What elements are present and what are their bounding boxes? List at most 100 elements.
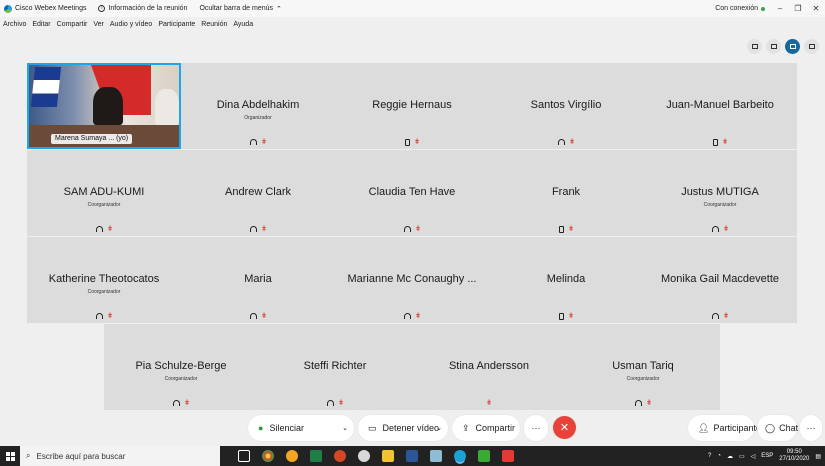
participant-tile[interactable]: Monika Gail Macdevette ǂ xyxy=(643,237,797,323)
participant-tile[interactable]: Reggie Hernaus ǂ xyxy=(335,63,489,149)
person-silhouette xyxy=(155,89,179,125)
participant-name: Reggie Hernaus xyxy=(372,99,452,111)
cloud-icon[interactable]: ☁ xyxy=(727,453,733,460)
participant-name: SAM ADU-KUMI xyxy=(63,186,145,198)
participant-tile[interactable]: Katherine Theotocatos Coorganizador ǂ xyxy=(27,237,181,323)
participant-name: Frank xyxy=(551,186,581,198)
participant-status: ǂ xyxy=(181,226,335,233)
grid-view-button[interactable] xyxy=(785,39,800,54)
chat-bubble-icon: ◯ xyxy=(765,422,776,433)
share-button[interactable]: ⇪ Compartir xyxy=(452,415,520,441)
phone-icon xyxy=(559,226,564,233)
close-button[interactable]: ✕ xyxy=(807,4,825,13)
mute-button[interactable]: ● Silenciar ⌄ xyxy=(248,415,354,441)
menu-item-ver[interactable]: Ver xyxy=(93,21,104,28)
app-title: Cisco Webex Meetings xyxy=(15,5,87,12)
participant-tile[interactable]: Justus MUTIGA Coorganizador ǂ xyxy=(643,150,797,236)
participant-tile[interactable]: Melinda ǂ xyxy=(489,237,643,323)
start-button[interactable] xyxy=(0,446,20,466)
participant-role: Organizador xyxy=(244,115,272,121)
task-view-icon[interactable] xyxy=(238,450,250,462)
menu-item-compartir[interactable]: Compartir xyxy=(57,21,88,28)
menu-item-reunion[interactable]: Reunión xyxy=(201,21,227,28)
chevron-down-icon[interactable]: ⌄ xyxy=(342,424,348,432)
app-icon[interactable] xyxy=(502,450,514,462)
participant-tile[interactable]: Santos Virgílio ǂ xyxy=(489,63,643,149)
participant-tile[interactable]: Steffi Richter ǂ xyxy=(258,324,412,410)
app-icon[interactable] xyxy=(286,450,298,462)
meeting-info-button[interactable]: i Información de la reunión xyxy=(98,5,187,12)
stage-view-button[interactable] xyxy=(747,39,762,54)
participant-status: ǂ xyxy=(412,400,566,407)
focus-view-button[interactable] xyxy=(766,39,781,54)
more-options-button[interactable]: ··· xyxy=(524,415,548,441)
participant-name: Melinda xyxy=(546,273,586,285)
menu-item-ayuda[interactable]: Ayuda xyxy=(233,21,253,28)
more-icon: ··· xyxy=(806,423,816,433)
title-bar: Cisco Webex Meetings i Información de la… xyxy=(0,0,825,17)
battery-icon[interactable]: ▭ xyxy=(739,453,745,460)
powerpoint-icon[interactable] xyxy=(334,450,346,462)
participant-name: Santos Virgílio xyxy=(530,99,602,111)
fullscreen-button[interactable] xyxy=(804,39,819,54)
file-explorer-icon[interactable] xyxy=(382,450,394,462)
word-icon[interactable] xyxy=(406,450,418,462)
chat-label: Chat xyxy=(779,423,799,433)
maximize-button[interactable]: ❐ xyxy=(789,4,807,13)
participant-tile[interactable]: Marianne Mc Conaughy ... ǂ xyxy=(335,237,489,323)
muted-mic-icon: ǂ xyxy=(339,400,344,407)
search-placeholder: Escribe aquí para buscar xyxy=(36,451,126,461)
participant-status: ǂ xyxy=(566,400,720,407)
participant-tile[interactable]: SAM ADU-KUMI Coorganizador ǂ xyxy=(27,150,181,236)
chevron-down-icon[interactable]: ⌄ xyxy=(436,424,442,432)
participant-tile[interactable]: Frank ǂ xyxy=(489,150,643,236)
language-indicator[interactable]: ESP xyxy=(761,453,773,459)
excel-icon[interactable] xyxy=(310,450,322,462)
participant-tile[interactable]: Juan-Manuel Barbeito ǂ xyxy=(643,63,797,149)
app-icon[interactable] xyxy=(478,450,490,462)
participant-status: ǂ xyxy=(104,400,258,407)
more-panels-button[interactable]: ··· xyxy=(800,415,822,441)
participant-tile[interactable]: Andrew Clark ǂ xyxy=(181,150,335,236)
menu-item-audio-video[interactable]: Audio y vídeo xyxy=(110,21,152,28)
leave-meeting-button[interactable]: ✕ xyxy=(553,416,576,439)
stop-video-button[interactable]: ▭ Detener vídeo ⌄ xyxy=(358,415,448,441)
minimize-button[interactable]: – xyxy=(771,4,789,13)
participant-tile[interactable]: Pia Schulze-Berge Coorganizador ǂ xyxy=(104,324,258,410)
muted-mic-icon: ǂ xyxy=(415,139,420,146)
menu-item-participante[interactable]: Participante xyxy=(158,21,195,28)
participant-name: Andrew Clark xyxy=(224,186,292,198)
help-icon[interactable]: ? xyxy=(708,453,711,459)
participant-tile[interactable]: Stina Andersson ǂ xyxy=(412,324,566,410)
close-icon: ✕ xyxy=(559,422,570,434)
menu-item-editar[interactable]: Editar xyxy=(32,21,50,28)
participants-button[interactable]: 👤︎ Participantes xyxy=(688,415,765,441)
stop-video-label: Detener vídeo xyxy=(382,423,440,433)
participant-tile[interactable]: Claudia Ten Have ǂ xyxy=(335,150,489,236)
participant-name-label: Marena Sumaya ... (yo) xyxy=(51,134,133,144)
chat-button[interactable]: ◯ Chat xyxy=(757,415,799,441)
participant-status: ǂ xyxy=(27,313,181,320)
participant-tile[interactable]: Marena Sumaya ... (yo) xyxy=(27,63,181,149)
chevron-up-icon: ⌃ xyxy=(276,5,282,13)
participant-status: ǂ xyxy=(27,226,181,233)
chrome-icon[interactable] xyxy=(262,450,274,462)
flag-graphic xyxy=(30,67,62,107)
app-icon[interactable] xyxy=(358,450,370,462)
headset-icon xyxy=(250,313,257,319)
volume-icon[interactable]: ◁ xyxy=(751,453,756,460)
connection-status: Con conexión xyxy=(715,5,765,12)
headset-icon xyxy=(96,226,103,232)
participant-tile[interactable]: Maria ǂ xyxy=(181,237,335,323)
notifications-icon[interactable]: ▤ xyxy=(815,453,821,460)
muted-mic-icon: ǂ xyxy=(108,313,113,320)
menu-item-archivo[interactable]: Archivo xyxy=(3,21,26,28)
network-icon[interactable]: ◔ xyxy=(717,453,721,459)
taskbar-search[interactable]: ⌕ Escribe aquí para buscar xyxy=(20,446,220,466)
app-icon[interactable] xyxy=(430,450,442,462)
hide-menu-button[interactable]: Ocultar barra de menús ⌃ xyxy=(199,5,281,13)
participant-tile[interactable]: Usman Tariq Coorganizador ǂ xyxy=(566,324,720,410)
webex-taskbar-icon[interactable] xyxy=(454,450,466,462)
clock[interactable]: 09:50 27/10/2020 xyxy=(779,449,809,463)
participant-tile[interactable]: Dina Abdelhakim Organizador ǂ xyxy=(181,63,335,149)
